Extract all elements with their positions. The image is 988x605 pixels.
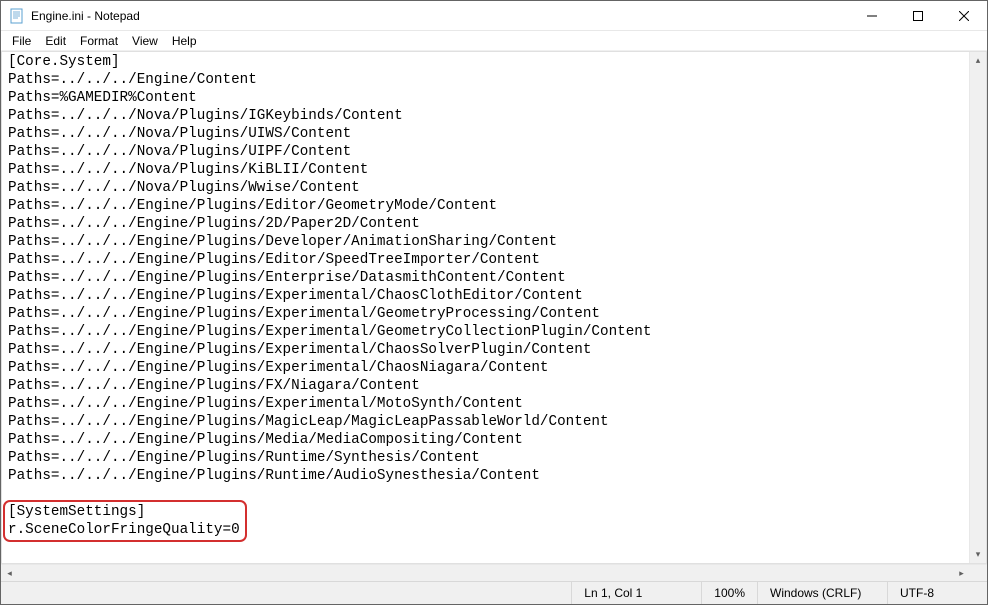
scroll-left-icon[interactable]: ◂	[1, 565, 18, 581]
scroll-right-icon[interactable]: ▸	[953, 565, 970, 581]
scroll-down-icon[interactable]: ▾	[970, 546, 986, 563]
close-button[interactable]	[941, 1, 987, 31]
menu-edit[interactable]: Edit	[38, 32, 73, 50]
editor-textarea[interactable]: [Core.System] Paths=../../../Engine/Cont…	[2, 52, 969, 563]
scroll-track[interactable]	[970, 69, 986, 546]
vertical-scrollbar[interactable]: ▴ ▾	[969, 52, 986, 563]
horizontal-scrollbar[interactable]: ◂ ▸	[1, 564, 987, 581]
notepad-icon	[9, 8, 25, 24]
status-position: Ln 1, Col 1	[571, 582, 701, 604]
maximize-button[interactable]	[895, 1, 941, 31]
menu-help[interactable]: Help	[165, 32, 204, 50]
scroll-up-icon[interactable]: ▴	[970, 52, 986, 69]
window-controls	[849, 1, 987, 30]
minimize-button[interactable]	[849, 1, 895, 31]
window-title: Engine.ini - Notepad	[31, 9, 849, 23]
status-zoom: 100%	[701, 582, 757, 604]
status-encoding: UTF-8	[887, 582, 987, 604]
menu-format[interactable]: Format	[73, 32, 125, 50]
editor-area: [Core.System] Paths=../../../Engine/Cont…	[1, 51, 987, 564]
statusbar: Ln 1, Col 1 100% Windows (CRLF) UTF-8	[1, 581, 987, 604]
h-scroll-track[interactable]	[18, 565, 953, 581]
menu-view[interactable]: View	[125, 32, 165, 50]
scroll-corner	[970, 565, 987, 581]
titlebar: Engine.ini - Notepad	[1, 1, 987, 31]
menu-file[interactable]: File	[5, 32, 38, 50]
status-line-ending: Windows (CRLF)	[757, 582, 887, 604]
menubar: File Edit Format View Help	[1, 31, 987, 51]
